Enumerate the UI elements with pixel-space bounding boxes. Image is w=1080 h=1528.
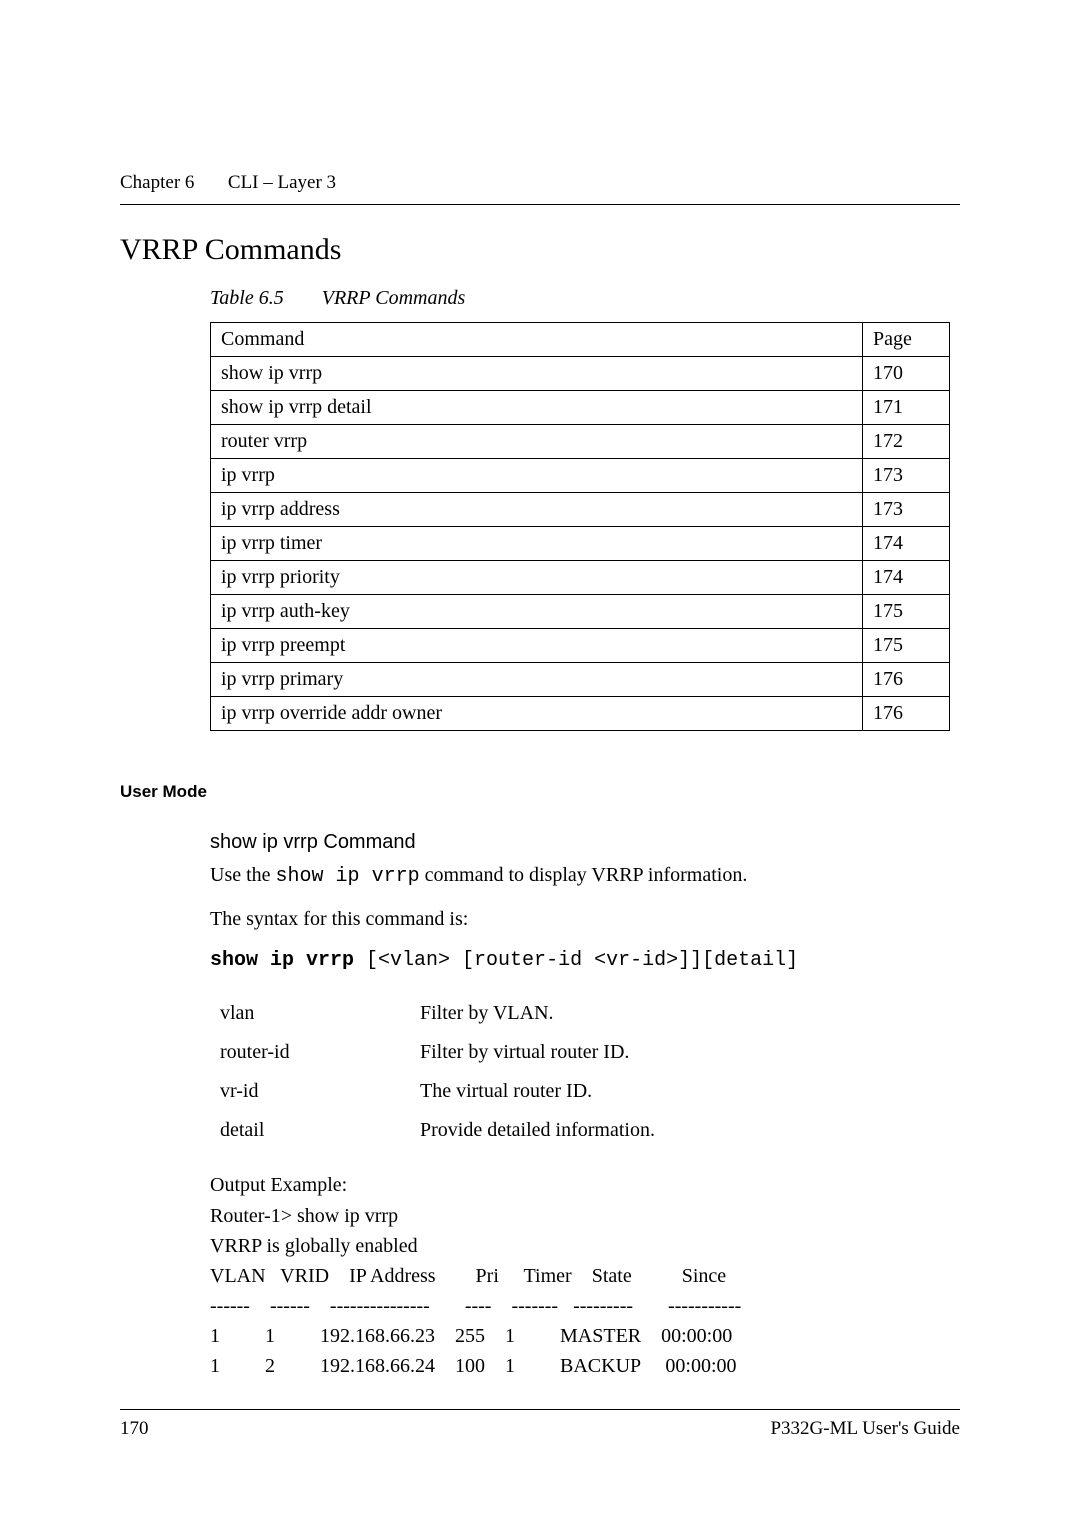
cell-page: 175 bbox=[863, 594, 950, 628]
cli-output: Router-1> show ip vrrp VRRP is globally … bbox=[210, 1201, 960, 1381]
running-header: Chapter 6 CLI – Layer 3 bbox=[120, 170, 960, 205]
param-key: detail bbox=[220, 1111, 420, 1150]
cell-command: ip vrrp bbox=[211, 458, 863, 492]
output-label: Output Example: bbox=[210, 1172, 960, 1199]
command-description: Use the show ip vrrp command to display … bbox=[210, 862, 960, 890]
param-row: detail Provide detailed information. bbox=[220, 1111, 665, 1150]
col-page: Page bbox=[863, 322, 950, 356]
syntax-label: The syntax for this command is: bbox=[210, 906, 960, 933]
syntax-rest: [<vlan> [router-id <vr-id>]][detail] bbox=[354, 949, 798, 972]
command-title: show ip vrrp Command bbox=[210, 829, 960, 856]
table-caption: Table 6.5 VRRP Commands bbox=[210, 285, 960, 312]
col-command: Command bbox=[211, 322, 863, 356]
chapter-title: CLI – Layer 3 bbox=[228, 172, 336, 193]
table-row: ip vrrp preempt 175 bbox=[211, 628, 950, 662]
cell-page: 176 bbox=[863, 662, 950, 696]
cell-command: ip vrrp primary bbox=[211, 662, 863, 696]
table-row: ip vrrp 173 bbox=[211, 458, 950, 492]
table-row: ip vrrp auth-key 175 bbox=[211, 594, 950, 628]
table-caption-text: VRRP Commands bbox=[322, 287, 466, 309]
cell-page: 174 bbox=[863, 526, 950, 560]
table-row: ip vrrp address 173 bbox=[211, 492, 950, 526]
cell-page: 171 bbox=[863, 390, 950, 424]
cell-page: 173 bbox=[863, 492, 950, 526]
cell-command: ip vrrp priority bbox=[211, 560, 863, 594]
cell-command: show ip vrrp bbox=[211, 356, 863, 390]
cell-command: ip vrrp timer bbox=[211, 526, 863, 560]
cell-page: 174 bbox=[863, 560, 950, 594]
page-number: 170 bbox=[120, 1416, 149, 1442]
param-key: vr-id bbox=[220, 1072, 420, 1111]
cell-page: 173 bbox=[863, 458, 950, 492]
table-row: router vrrp 172 bbox=[211, 424, 950, 458]
table-row: ip vrrp primary 176 bbox=[211, 662, 950, 696]
syntax-line: show ip vrrp [<vlan> [router-id <vr-id>]… bbox=[210, 947, 960, 974]
param-desc: Provide detailed information. bbox=[420, 1111, 665, 1150]
table-row: ip vrrp override addr owner 176 bbox=[211, 696, 950, 730]
page-footer: 170 P332G-ML User's Guide bbox=[120, 1409, 960, 1442]
chapter-label: Chapter 6 bbox=[120, 170, 194, 196]
cell-command: ip vrrp auth-key bbox=[211, 594, 863, 628]
guide-title: P332G-ML User's Guide bbox=[770, 1416, 960, 1442]
param-key: vlan bbox=[220, 994, 420, 1033]
use-suffix: command to display VRRP information. bbox=[420, 864, 748, 886]
table-row: show ip vrrp 170 bbox=[211, 356, 950, 390]
page-body: VRRP Commands Table 6.5 VRRP Commands Co… bbox=[120, 230, 960, 1381]
cell-page: 170 bbox=[863, 356, 950, 390]
cell-page: 175 bbox=[863, 628, 950, 662]
indented-content: Table 6.5 VRRP Commands Command Page sho… bbox=[210, 285, 960, 731]
cell-page: 172 bbox=[863, 424, 950, 458]
table-caption-label: Table 6.5 bbox=[210, 287, 284, 309]
syntax-bold: show ip vrrp bbox=[210, 949, 354, 972]
command-detail: show ip vrrp Command Use the show ip vrr… bbox=[210, 829, 960, 1381]
cell-command: router vrrp bbox=[211, 424, 863, 458]
params-table: vlan Filter by VLAN. router-id Filter by… bbox=[220, 994, 665, 1150]
page: Chapter 6 CLI – Layer 3 VRRP Commands Ta… bbox=[0, 0, 1080, 1528]
param-row: router-id Filter by virtual router ID. bbox=[220, 1033, 665, 1072]
user-mode-label: User Mode bbox=[120, 781, 960, 804]
commands-table: Command Page show ip vrrp 170 show ip vr… bbox=[210, 322, 950, 731]
cell-command: ip vrrp override addr owner bbox=[211, 696, 863, 730]
cell-command: show ip vrrp detail bbox=[211, 390, 863, 424]
table-header-row: Command Page bbox=[211, 322, 950, 356]
table-row: ip vrrp priority 174 bbox=[211, 560, 950, 594]
use-code: show ip vrrp bbox=[276, 865, 420, 888]
table-row: ip vrrp timer 174 bbox=[211, 526, 950, 560]
cell-page: 176 bbox=[863, 696, 950, 730]
param-desc: Filter by virtual router ID. bbox=[420, 1033, 665, 1072]
param-desc: The virtual router ID. bbox=[420, 1072, 665, 1111]
param-desc: Filter by VLAN. bbox=[420, 994, 665, 1033]
table-row: show ip vrrp detail 171 bbox=[211, 390, 950, 424]
param-row: vr-id The virtual router ID. bbox=[220, 1072, 665, 1111]
section-title: VRRP Commands bbox=[120, 230, 960, 271]
cell-command: ip vrrp address bbox=[211, 492, 863, 526]
use-prefix: Use the bbox=[210, 864, 276, 886]
param-key: router-id bbox=[220, 1033, 420, 1072]
param-row: vlan Filter by VLAN. bbox=[220, 994, 665, 1033]
cell-command: ip vrrp preempt bbox=[211, 628, 863, 662]
